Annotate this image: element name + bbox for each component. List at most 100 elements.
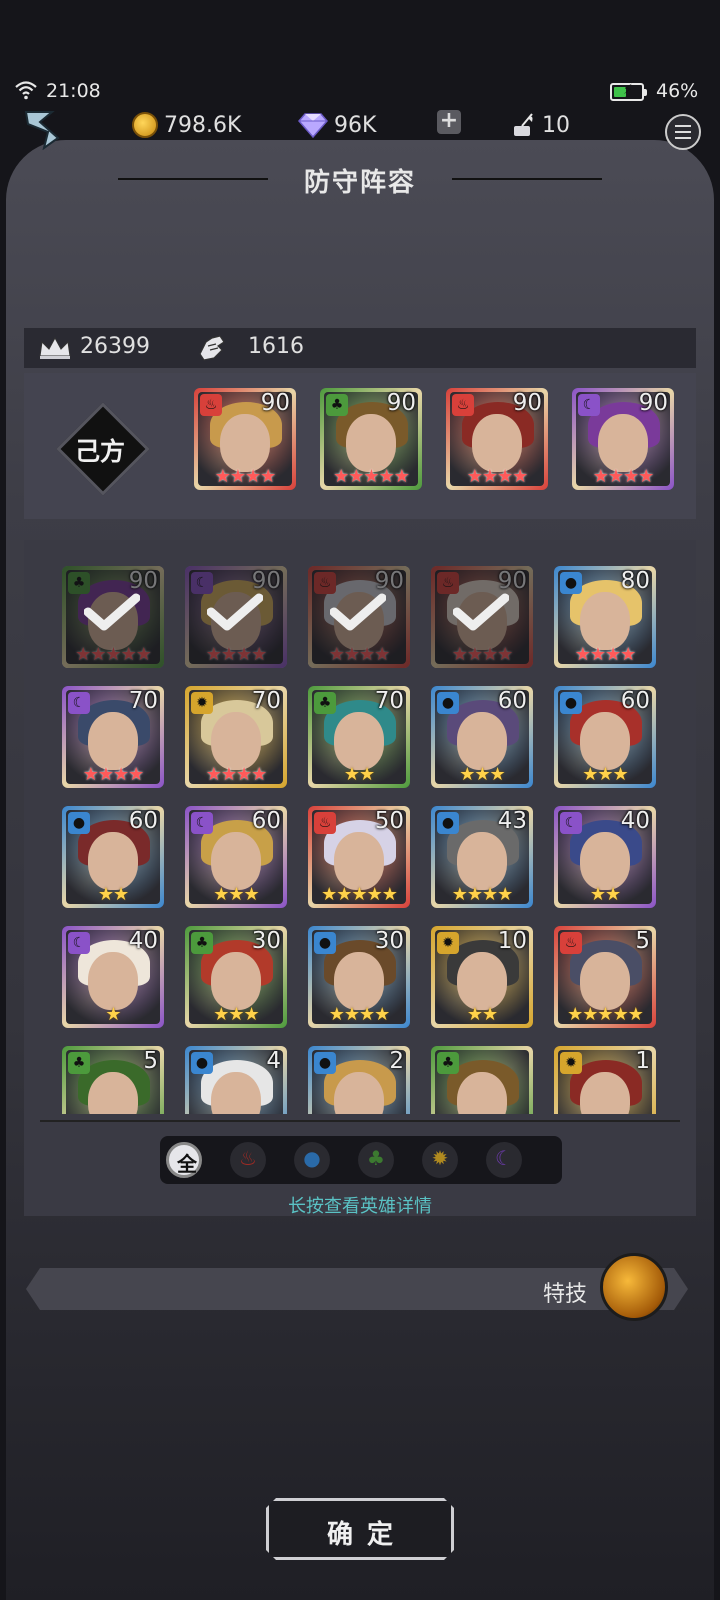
hero-level: 60 bbox=[620, 688, 650, 714]
moon-element-icon: ☾ bbox=[68, 692, 90, 714]
ticket-counter: 10 bbox=[510, 112, 570, 138]
skill-bar[interactable] bbox=[26, 1268, 688, 1310]
hero-level: 90 bbox=[251, 568, 281, 594]
roster-hero-card[interactable]: ☾ 90 ★★★★ bbox=[185, 566, 287, 668]
leaf-icon: ♣ bbox=[367, 1146, 385, 1170]
hero-level: 80 bbox=[620, 568, 650, 594]
hero-stars: ★★ bbox=[97, 884, 129, 905]
nature-element-icon: ♣ bbox=[68, 572, 90, 594]
roster-hero-card[interactable]: ● 30 ★★★★ bbox=[308, 926, 410, 1028]
filter-all-button[interactable]: 全 bbox=[166, 1142, 202, 1178]
hero-stars: ★★★★ bbox=[592, 466, 655, 487]
filter-fire-button[interactable]: ♨ bbox=[230, 1142, 266, 1178]
roster-hero-card[interactable]: ✹ 10 ★★ bbox=[431, 926, 533, 1028]
hero-level: 2 bbox=[389, 1048, 404, 1074]
roster-hero-card[interactable]: ● 60 ★★★ bbox=[431, 686, 533, 788]
nature-element-icon: ♣ bbox=[314, 692, 336, 714]
roster-hero-card[interactable]: ♣ 90 ★★★★★ bbox=[62, 566, 164, 668]
hero-stars: ★★★★★ bbox=[333, 466, 410, 487]
team-badge: 己方 bbox=[56, 402, 150, 496]
hero-stars: ★ bbox=[105, 1004, 121, 1025]
hero-face bbox=[88, 832, 138, 890]
hero-stars: ★★★★ bbox=[328, 1004, 391, 1025]
hero-stars: ★★★★ bbox=[574, 644, 637, 665]
filter-water-button[interactable]: ● bbox=[294, 1142, 330, 1178]
fire-element-icon: ♨ bbox=[560, 932, 582, 954]
clock: 21:08 bbox=[46, 80, 101, 102]
fire-element-icon: ♨ bbox=[200, 394, 222, 416]
team-slot-hero-card[interactable]: ♨ 90 ★★★★ bbox=[446, 388, 548, 490]
team-slot-hero-card[interactable]: ☾ 90 ★★★★ bbox=[572, 388, 674, 490]
hero-stars: ★★ bbox=[466, 1004, 498, 1025]
roster-hero-card[interactable]: ♨ 90 ★★★★ bbox=[308, 566, 410, 668]
top-bar: 798.6K 96K + 10 bbox=[0, 104, 720, 150]
roster-hero-card[interactable]: ♨ 5 ★★★★★ bbox=[554, 926, 656, 1028]
skill-label: 特技 bbox=[543, 1282, 588, 1307]
roster-hero-card[interactable]: ♣ 5 bbox=[62, 1046, 164, 1114]
filter-moon-button[interactable]: ☾ bbox=[486, 1142, 522, 1178]
fire-element-icon: ♨ bbox=[314, 572, 336, 594]
hero-face bbox=[346, 414, 396, 472]
nature-element-icon: ♣ bbox=[437, 1052, 459, 1074]
roster-hero-card[interactable]: ● 4 bbox=[185, 1046, 287, 1114]
team-slot-hero-card[interactable]: ♨ 90 ★★★★ bbox=[194, 388, 296, 490]
fist-icon bbox=[199, 335, 225, 361]
roster-hero-card[interactable]: ♣ bbox=[431, 1046, 533, 1114]
moon-element-icon: ☾ bbox=[191, 572, 213, 594]
gem-amount: 96K bbox=[334, 112, 377, 138]
filter-sun-button[interactable]: ✹ bbox=[422, 1142, 458, 1178]
hero-stars: ★★★★ bbox=[205, 644, 268, 665]
back-button[interactable] bbox=[18, 108, 66, 150]
roster-hero-card[interactable]: ☾ 40 ★ bbox=[62, 926, 164, 1028]
hero-face bbox=[88, 712, 138, 770]
hero-face bbox=[334, 832, 384, 890]
add-gems-button[interactable]: + bbox=[437, 110, 461, 134]
hero-stars: ★★ bbox=[343, 764, 375, 785]
hero-roster-grid[interactable]: ♣ 90 ★★★★★ ☾ 90 ★★★★ ♨ 90 ★★★★ ♨ 90 ★★★★ ● 80 ★★★★ ☾ 70 ★… bbox=[24, 552, 696, 1114]
roster-hero-card[interactable]: ☾ 60 ★★★ bbox=[185, 806, 287, 908]
water-element-icon: ● bbox=[560, 692, 582, 714]
fire-element-icon: ♨ bbox=[452, 394, 474, 416]
hero-level: 60 bbox=[251, 808, 281, 834]
moon-icon: ☾ bbox=[495, 1146, 513, 1170]
team-slot-hero-card[interactable]: ♣ 90 ★★★★★ bbox=[320, 388, 422, 490]
battery-icon: ⚡ bbox=[610, 82, 647, 101]
roster-hero-card[interactable]: ✹ 1 bbox=[554, 1046, 656, 1114]
hero-stars: ★★★ bbox=[213, 884, 259, 905]
hero-level: 1 bbox=[635, 1048, 650, 1074]
roster-hero-card[interactable]: ● 60 ★★★ bbox=[554, 686, 656, 788]
water-element-icon: ● bbox=[191, 1052, 213, 1074]
hero-level: 10 bbox=[497, 928, 527, 954]
special-skill-icon[interactable] bbox=[600, 1253, 668, 1321]
menu-button[interactable] bbox=[665, 114, 701, 150]
selected-check-icon bbox=[84, 593, 140, 631]
roster-hero-card[interactable]: ✹ 70 ★★★★ bbox=[185, 686, 287, 788]
water-element-icon: ● bbox=[437, 812, 459, 834]
roster-hero-card[interactable]: ☾ 70 ★★★★ bbox=[62, 686, 164, 788]
roster-hero-card[interactable]: ● 43 ★★★★ bbox=[431, 806, 533, 908]
roster-hero-card[interactable]: ♣ 70 ★★ bbox=[308, 686, 410, 788]
hero-stars: ★★★★ bbox=[466, 466, 529, 487]
hero-level: 60 bbox=[128, 808, 158, 834]
hero-level: 40 bbox=[620, 808, 650, 834]
roster-hero-card[interactable]: ♣ 30 ★★★ bbox=[185, 926, 287, 1028]
water-element-icon: ● bbox=[437, 692, 459, 714]
roster-hero-card[interactable]: ● 60 ★★ bbox=[62, 806, 164, 908]
roster-hero-card[interactable]: ♨ 50 ★★★★★ bbox=[308, 806, 410, 908]
filter-nature-button[interactable]: ♣ bbox=[358, 1142, 394, 1178]
hero-level: 90 bbox=[512, 390, 542, 416]
roster-hero-card[interactable]: ♨ 90 ★★★★ bbox=[431, 566, 533, 668]
hero-face bbox=[457, 712, 507, 770]
confirm-label: 确定 bbox=[326, 1520, 407, 1550]
menu-line bbox=[675, 131, 691, 133]
hero-level: 40 bbox=[128, 928, 158, 954]
hero-level: 70 bbox=[374, 688, 404, 714]
menu-line bbox=[675, 125, 691, 127]
roster-hero-card[interactable]: ● 80 ★★★★ bbox=[554, 566, 656, 668]
roster-hero-card[interactable]: ● 2 bbox=[308, 1046, 410, 1114]
hero-face bbox=[211, 952, 261, 1010]
hero-face bbox=[580, 712, 630, 770]
roster-hero-card[interactable]: ☾ 40 ★★ bbox=[554, 806, 656, 908]
confirm-button[interactable]: 确定 bbox=[266, 1498, 454, 1560]
hero-level: 50 bbox=[374, 808, 404, 834]
